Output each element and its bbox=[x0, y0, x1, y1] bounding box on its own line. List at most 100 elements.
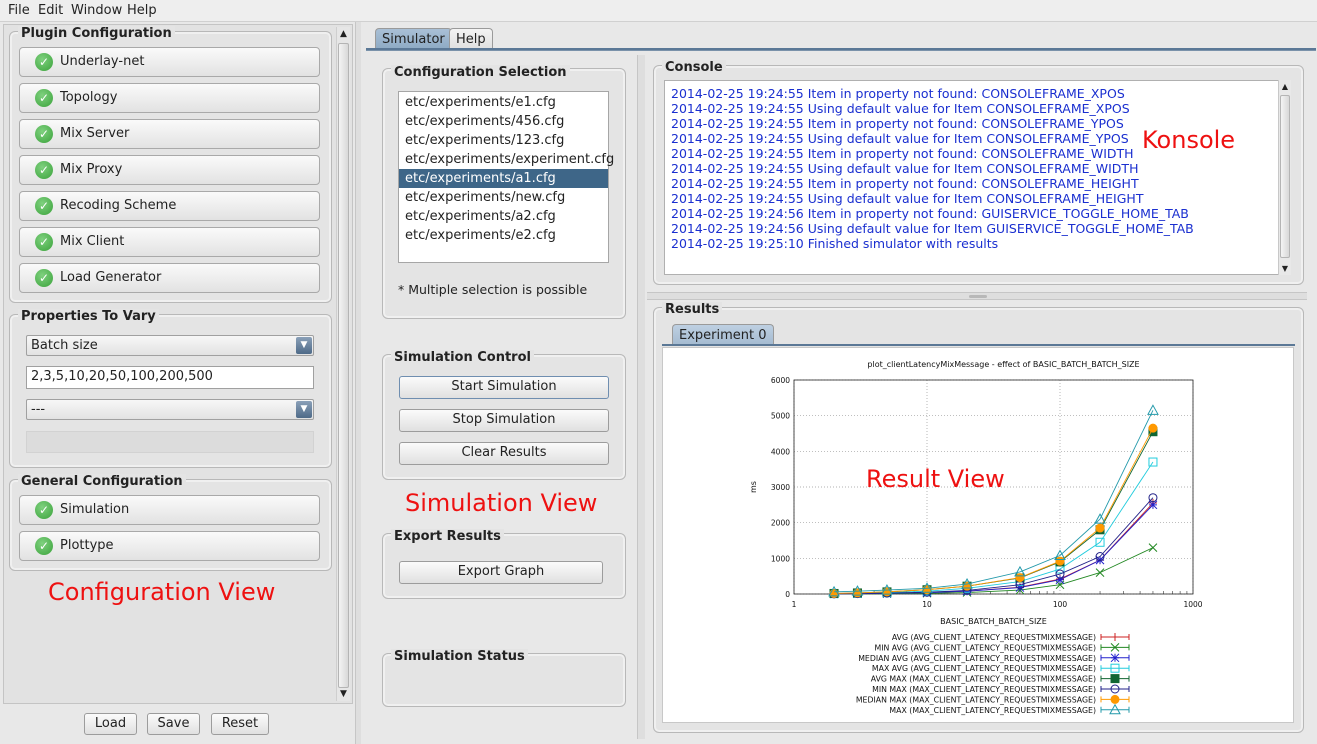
plugin-label: Recoding Scheme bbox=[60, 198, 177, 213]
x-tick-label: 100 bbox=[1053, 600, 1068, 609]
scroll-up-icon[interactable]: ▲ bbox=[337, 27, 350, 41]
scroll-down-icon[interactable]: ▼ bbox=[1279, 262, 1291, 275]
legend-marker bbox=[1110, 653, 1120, 663]
splitter-left[interactable] bbox=[355, 22, 361, 744]
second-combo-value: --- bbox=[31, 402, 46, 417]
console-line: 2014-02-25 19:24:56 Using default value … bbox=[671, 221, 1194, 236]
config-list-item[interactable]: etc/experiments/experiment.cfg bbox=[399, 150, 614, 169]
config-list-item[interactable]: etc/experiments/e1.cfg bbox=[399, 93, 608, 112]
console-text-area[interactable]: 2014-02-25 19:24:55 Item in property not… bbox=[664, 80, 1280, 275]
results-tab-underline bbox=[662, 344, 1295, 346]
start-simulation-button[interactable]: Start Simulation bbox=[399, 376, 609, 399]
console-scrollbar[interactable]: ▲ ▼ bbox=[1278, 80, 1291, 275]
disabled-field bbox=[26, 431, 314, 453]
scroll-up-icon[interactable]: ▲ bbox=[1279, 80, 1291, 93]
plugin-label: Mix Client bbox=[60, 234, 125, 249]
config-list-item[interactable]: etc/experiments/123.cfg bbox=[399, 131, 608, 150]
plugin-button[interactable]: ✓ Recoding Scheme bbox=[19, 191, 320, 221]
check-icon: ✓ bbox=[35, 125, 53, 143]
series-line bbox=[834, 410, 1154, 593]
y-tick-label: 1000 bbox=[771, 554, 790, 563]
plugin-button[interactable]: ✓ Topology bbox=[19, 83, 320, 113]
series-line bbox=[834, 502, 1154, 595]
properties-to-vary-title: Properties To Vary bbox=[18, 309, 159, 324]
data-point bbox=[1095, 523, 1105, 533]
plugin-configuration-title: Plugin Configuration bbox=[18, 26, 175, 41]
plugin-button[interactable]: ✓ Mix Proxy bbox=[19, 155, 320, 185]
tab-experiment-0[interactable]: Experiment 0 bbox=[672, 324, 774, 345]
check-icon: ✓ bbox=[35, 501, 53, 519]
y-tick-label: 3000 bbox=[771, 483, 790, 492]
save-button[interactable]: Save bbox=[147, 713, 200, 735]
chevron-down-icon: ▼ bbox=[296, 401, 312, 418]
data-point bbox=[1095, 568, 1105, 577]
menu-help[interactable]: Help bbox=[127, 3, 157, 18]
legend-label: MIN AVG (AVG_CLIENT_LATENCY_REQUESTMIXME… bbox=[874, 643, 1096, 652]
legend-label: AVG (AVG_CLIENT_LATENCY_REQUESTMIXMESSAG… bbox=[892, 633, 1096, 642]
config-list[interactable]: etc/experiments/e1.cfg etc/experiments/45… bbox=[398, 91, 614, 263]
legend-marker bbox=[1110, 674, 1120, 684]
property-values-input[interactable]: 2,3,5,10,20,50,100,200,500 bbox=[26, 366, 314, 389]
chart-canvas: plot_clientLatencyMixMessage - effect of… bbox=[662, 347, 1294, 723]
plugin-button[interactable]: ✓ Mix Client bbox=[19, 227, 320, 257]
load-button[interactable]: Load bbox=[84, 713, 137, 735]
left-scrollbar[interactable]: ▲ ▼ bbox=[336, 27, 350, 701]
property-combo[interactable]: Batch size ▼ bbox=[26, 335, 314, 356]
data-point bbox=[852, 588, 862, 598]
menu-window[interactable]: Window bbox=[71, 3, 122, 18]
plugin-button[interactable]: ✓ Underlay-net bbox=[19, 47, 320, 77]
scroll-thumb[interactable] bbox=[338, 43, 349, 688]
config-list-item[interactable]: etc/experiments/new.cfg bbox=[399, 188, 608, 207]
tab-simulator[interactable]: Simulator bbox=[375, 28, 452, 49]
console-line: 2014-02-25 19:24:56 Item in property not… bbox=[671, 206, 1189, 221]
simulation-view-annotation: Simulation View bbox=[405, 489, 598, 517]
y-tick-label: 2000 bbox=[771, 519, 790, 528]
y-tick-label: 4000 bbox=[771, 447, 790, 456]
data-point bbox=[1147, 404, 1159, 415]
menu-bar: File Edit Window Help bbox=[0, 0, 1317, 22]
console-line: 2014-02-25 19:24:55 Using default value … bbox=[671, 191, 1144, 206]
x-axis-label: BASIC_BATCH_BATCH_SIZE bbox=[940, 617, 1047, 626]
menu-edit[interactable]: Edit bbox=[38, 3, 63, 18]
y-tick-label: 0 bbox=[785, 590, 790, 599]
x-tick-label: 10 bbox=[922, 600, 932, 609]
check-icon: ✓ bbox=[35, 197, 53, 215]
menu-file[interactable]: File bbox=[8, 3, 30, 18]
config-list-item[interactable]: etc/experiments/456.cfg bbox=[399, 112, 608, 131]
clear-results-button[interactable]: Clear Results bbox=[399, 442, 609, 465]
console-scroll-thumb[interactable] bbox=[1280, 95, 1290, 258]
data-point bbox=[1148, 457, 1158, 467]
plugin-button[interactable]: ✓ Mix Server bbox=[19, 119, 320, 149]
reset-button[interactable]: Reset bbox=[211, 713, 269, 735]
stop-simulation-button[interactable]: Stop Simulation bbox=[399, 409, 609, 432]
plugin-label: Load Generator bbox=[60, 270, 162, 285]
check-icon: ✓ bbox=[35, 161, 53, 179]
tab-help[interactable]: Help bbox=[449, 28, 493, 49]
general-config-label: Simulation bbox=[60, 502, 130, 517]
check-icon: ✓ bbox=[35, 269, 53, 287]
export-graph-button[interactable]: Export Graph bbox=[399, 561, 603, 584]
general-config-button[interactable]: ✓ Plottype bbox=[19, 531, 320, 561]
splitter-horizontal[interactable] bbox=[647, 292, 1307, 300]
general-config-button[interactable]: ✓ Simulation bbox=[19, 495, 320, 525]
export-results-title: Export Results bbox=[391, 529, 504, 544]
chevron-down-icon: ▼ bbox=[296, 337, 312, 354]
console-line: 2014-02-25 19:24:55 Using default value … bbox=[671, 161, 1139, 176]
scroll-down-icon[interactable]: ▼ bbox=[337, 687, 350, 701]
series-line bbox=[834, 497, 1154, 595]
data-point bbox=[1148, 423, 1158, 433]
data-point bbox=[1148, 543, 1158, 552]
second-property-combo[interactable]: --- ▼ bbox=[26, 399, 314, 420]
splitter-middle[interactable] bbox=[637, 55, 645, 739]
config-list-item[interactable]: etc/experiments/a1.cfg bbox=[399, 169, 608, 188]
config-list-item[interactable]: etc/experiments/e2.cfg bbox=[399, 226, 608, 245]
check-icon: ✓ bbox=[35, 233, 53, 251]
legend-marker bbox=[1111, 633, 1119, 641]
data-point bbox=[1015, 573, 1025, 583]
general-config-label: Plottype bbox=[60, 538, 114, 553]
check-icon: ✓ bbox=[35, 53, 53, 71]
console-title: Console bbox=[662, 60, 726, 75]
config-list-item[interactable]: etc/experiments/a2.cfg bbox=[399, 207, 608, 226]
plugin-button[interactable]: ✓ Load Generator bbox=[19, 263, 320, 293]
y-tick-label: 5000 bbox=[771, 412, 790, 421]
